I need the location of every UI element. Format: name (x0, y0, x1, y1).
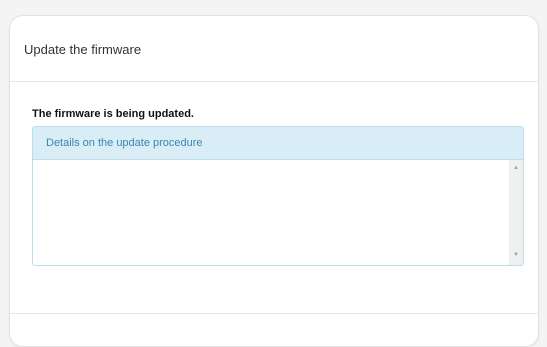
dialog-title: Update the firmware (24, 42, 142, 57)
update-log-area[interactable] (33, 160, 509, 265)
log-scrollbar[interactable]: ▲ ▼ (509, 160, 523, 265)
update-status-text: The firmware is being updated. (32, 108, 194, 120)
details-panel-body: ▲ ▼ (33, 160, 523, 265)
update-details-panel: Details on the update procedure ▲ ▼ (32, 126, 524, 266)
firmware-update-dialog: Update the firmware The firmware is bein… (9, 15, 539, 347)
dialog-header: Update the firmware (10, 16, 538, 82)
scroll-up-arrow-icon[interactable]: ▲ (509, 162, 523, 174)
scroll-down-arrow-icon[interactable]: ▼ (509, 249, 523, 261)
dialog-footer (10, 313, 538, 346)
details-panel-heading: Details on the update procedure (33, 127, 523, 160)
